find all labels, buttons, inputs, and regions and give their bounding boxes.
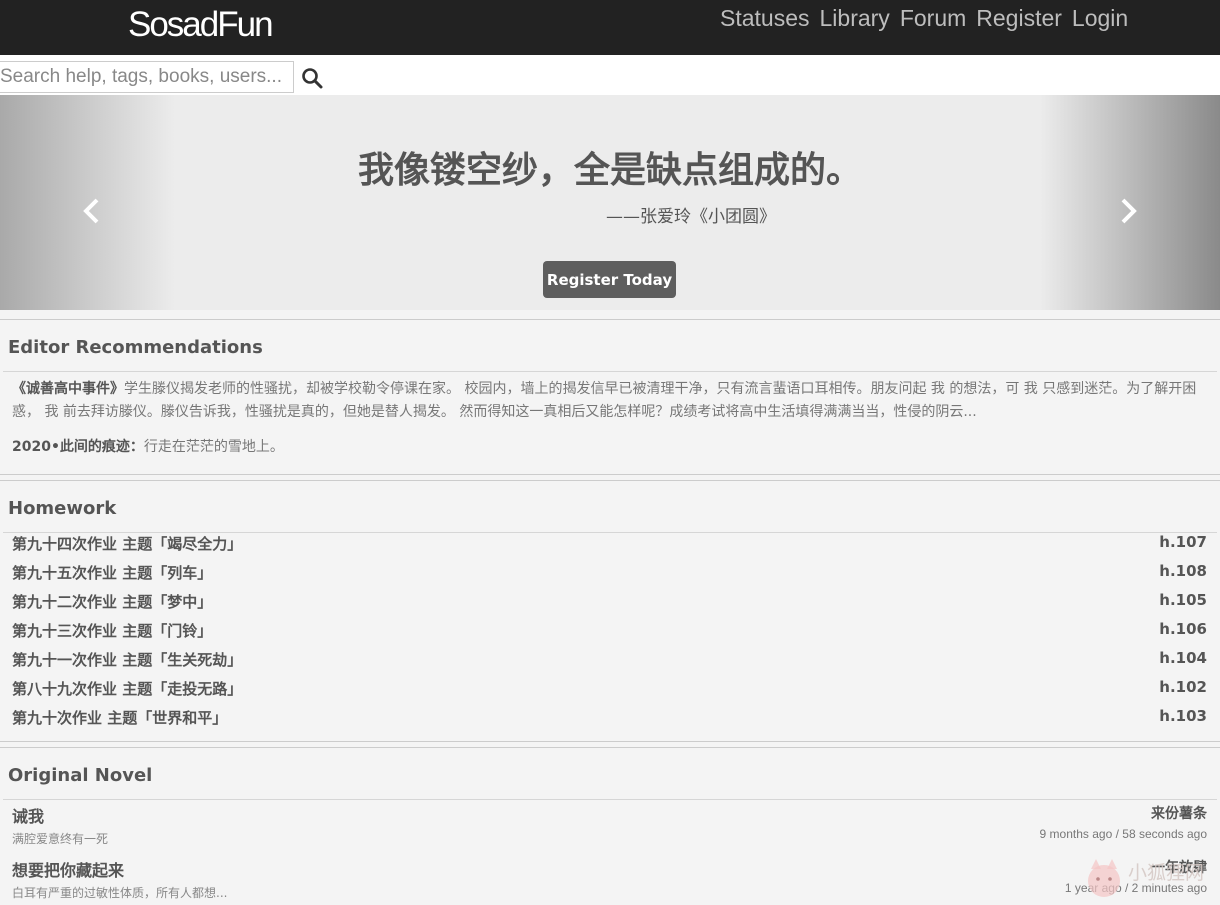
navbar: SosadFun Statuses Library Forum Register… bbox=[0, 0, 1220, 55]
register-today-button[interactable]: Register Today bbox=[543, 261, 676, 298]
homework-code: h.106 bbox=[1159, 620, 1207, 638]
watermark-text: 小狐狸网 bbox=[1128, 862, 1205, 884]
panel-divider bbox=[0, 474, 1220, 475]
carousel-quote-author: ——张爱玲《小团圆》 bbox=[606, 207, 776, 227]
homework-code: h.108 bbox=[1159, 562, 1207, 580]
homework-title[interactable]: 第九十三次作业 主题「门铃」 bbox=[12, 620, 212, 644]
editor-heading: Editor Recommendations bbox=[8, 337, 263, 358]
homework-title[interactable]: 第九十一次作业 主题「生关死劫」 bbox=[12, 649, 242, 673]
recommendation-summary: 行走在茫茫的雪地上。 bbox=[143, 439, 284, 455]
nav-forum[interactable]: Forum bbox=[900, 5, 966, 32]
novel-summary: 满腔爱意终有一死 bbox=[12, 832, 109, 846]
panel-divider bbox=[3, 371, 1217, 372]
homework-row[interactable]: 第九十五次作业 主题「列车」 h.108 bbox=[12, 562, 1207, 586]
search-input[interactable] bbox=[0, 61, 294, 93]
panel-divider bbox=[0, 747, 1220, 748]
chevron-right-icon[interactable] bbox=[1116, 195, 1140, 227]
panel-divider bbox=[0, 480, 1220, 481]
homework-heading: Homework bbox=[8, 498, 117, 519]
novel-title[interactable]: 想要把你藏起来 bbox=[12, 857, 124, 881]
search-bar bbox=[0, 55, 1220, 95]
chevron-left-icon[interactable] bbox=[80, 195, 104, 227]
homework-code: h.105 bbox=[1159, 591, 1207, 609]
nav-login[interactable]: Login bbox=[1072, 5, 1128, 32]
panel-divider bbox=[3, 799, 1217, 800]
recommendation-title[interactable]: 2020•此间的痕迹： bbox=[12, 439, 144, 455]
recommendation-title[interactable]: 《诚善高中事件》 bbox=[12, 381, 124, 397]
homework-row[interactable]: 第九十一次作业 主题「生关死劫」 h.104 bbox=[12, 649, 1207, 673]
homework-code: h.103 bbox=[1159, 707, 1207, 725]
homework-title[interactable]: 第九十四次作业 主题「竭尽全力」 bbox=[12, 533, 242, 557]
search-icon[interactable] bbox=[300, 66, 324, 90]
homework-title[interactable]: 第九十次作业 主题「世界和平」 bbox=[12, 707, 227, 731]
recommendation-item[interactable]: 《诚善高中事件》学生滕仪揭发老师的性骚扰，却被学校勒令停课在家。 校园内，墙上的… bbox=[12, 378, 1207, 424]
novel-timestamp: 9 months ago / 58 seconds ago bbox=[1039, 827, 1207, 841]
homework-code: h.104 bbox=[1159, 649, 1207, 667]
recommendation-item[interactable]: 2020•此间的痕迹：行走在茫茫的雪地上。 bbox=[12, 436, 1207, 459]
quote-carousel: 我像镂空纱，全是缺点组成的。 ——张爱玲《小团圆》 Register Today bbox=[0, 95, 1220, 310]
homework-row[interactable]: 第八十九次作业 主题「走投无路」 h.102 bbox=[12, 678, 1207, 702]
nav-library[interactable]: Library bbox=[820, 5, 890, 32]
nav-register[interactable]: Register bbox=[976, 5, 1062, 32]
brand-logo[interactable]: SosadFun bbox=[128, 5, 274, 45]
novel-author[interactable]: 来份薯条 bbox=[1151, 803, 1207, 823]
novel-heading: Original Novel bbox=[8, 765, 153, 786]
panel-divider bbox=[0, 741, 1220, 742]
homework-row[interactable]: 第九十二次作业 主题「梦中」 h.105 bbox=[12, 591, 1207, 615]
recommendation-summary: 学生滕仪揭发老师的性骚扰，却被学校勒令停课在家。 校园内，墙上的揭发信早已被清理… bbox=[12, 381, 1197, 420]
homework-row[interactable]: 第九十三次作业 主题「门铃」 h.106 bbox=[12, 620, 1207, 644]
nav-statuses[interactable]: Statuses bbox=[720, 5, 810, 32]
novel-title[interactable]: 诫我 bbox=[12, 803, 44, 827]
homework-row[interactable]: 第九十次作业 主题「世界和平」 h.103 bbox=[12, 707, 1207, 731]
homework-title[interactable]: 第九十二次作业 主题「梦中」 bbox=[12, 591, 212, 615]
novel-summary: 白耳有严重的过敏性体质，所有人都想... bbox=[12, 886, 228, 900]
panel-divider bbox=[0, 319, 1220, 320]
homework-code: h.102 bbox=[1159, 678, 1207, 696]
carousel-quote: 我像镂空纱，全是缺点组成的。 bbox=[357, 150, 862, 191]
homework-code: h.107 bbox=[1159, 533, 1207, 551]
nav-links: Statuses Library Forum Register Login bbox=[720, 5, 1128, 32]
homework-title[interactable]: 第九十五次作业 主题「列车」 bbox=[12, 562, 212, 586]
homework-row[interactable]: 第九十四次作业 主题「竭尽全力」 h.107 bbox=[12, 533, 1207, 557]
homework-title[interactable]: 第八十九次作业 主题「走投无路」 bbox=[12, 678, 242, 702]
